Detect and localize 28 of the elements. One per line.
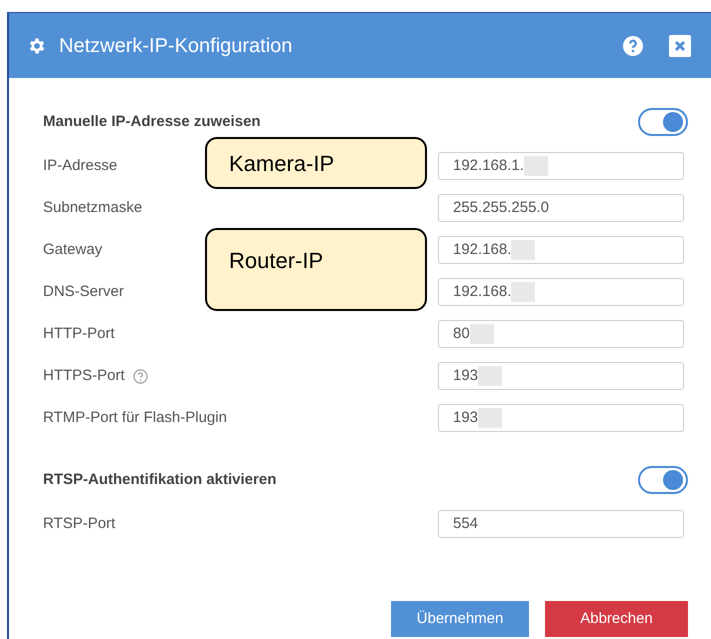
callout-box: Kamera-IP <box>205 137 427 189</box>
input-field[interactable]: 255.255.255.0 <box>438 194 684 222</box>
input-field[interactable]: 193 <box>438 362 684 390</box>
cancel-button[interactable]: Abbrechen <box>545 601 688 637</box>
field-label: HTTPS-Port <box>43 366 125 386</box>
close-icon[interactable] <box>669 34 691 56</box>
input-field[interactable]: 193 <box>438 404 684 432</box>
callout-box: Router-IP <box>205 228 427 311</box>
toggle-switch[interactable] <box>638 108 688 136</box>
input-field[interactable]: 554 <box>438 510 684 538</box>
field-label: RTSP-Port <box>43 514 116 534</box>
section-heading: RTSP-Authentifikation aktivieren <box>43 470 276 490</box>
window-title: Netzwerk-IP-Konfiguration <box>59 34 292 58</box>
field-label: RTMP-Port für Flash-Plugin <box>43 408 227 428</box>
input-field[interactable]: 192.168. <box>438 278 684 306</box>
field-label: DNS-Server <box>43 282 124 302</box>
input-field[interactable]: 80 <box>438 320 684 348</box>
help-icon[interactable] <box>623 36 643 56</box>
input-field[interactable]: 192.168. <box>438 236 684 264</box>
field-label: HTTP-Port <box>43 324 115 344</box>
field-label: Gateway <box>43 240 102 260</box>
section-heading: Manuelle IP-Adresse zuweisen <box>43 112 261 132</box>
gear-icon <box>27 36 47 56</box>
input-field[interactable]: 192.168.1. <box>438 152 684 180</box>
field-label: Subnetzmaske <box>43 198 142 218</box>
field-label: IP-Adresse <box>43 156 118 176</box>
help-icon[interactable] <box>132 368 148 384</box>
toggle-switch[interactable] <box>638 466 688 494</box>
